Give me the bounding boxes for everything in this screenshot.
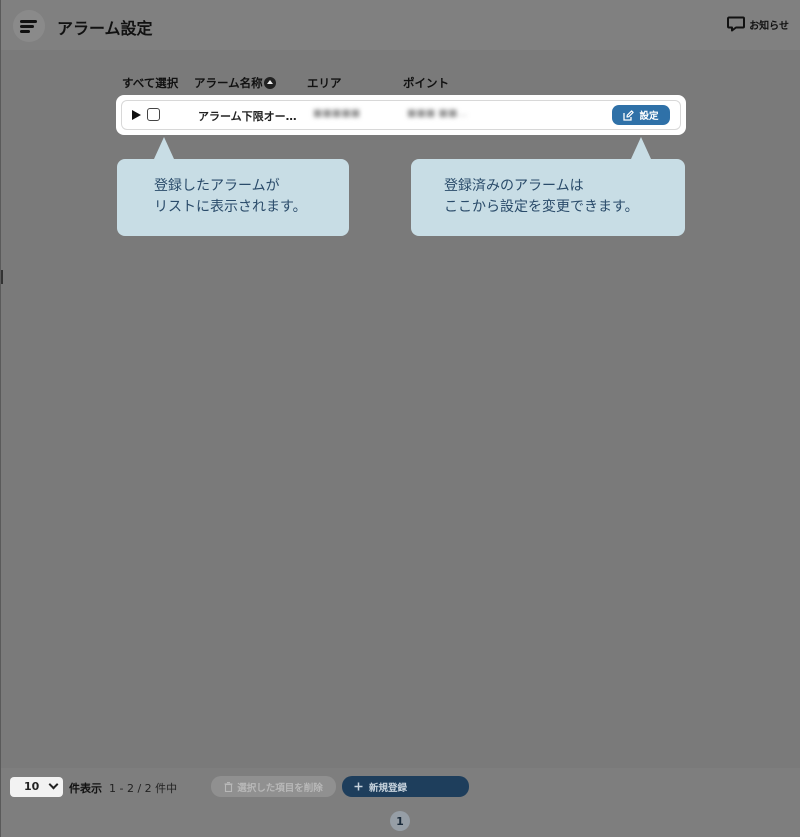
- notice-label: お知らせ: [749, 20, 789, 32]
- per-page-value: 10: [24, 780, 40, 793]
- sort-ascending-icon[interactable]: [263, 77, 276, 89]
- expand-triangle-icon[interactable]: [132, 110, 141, 120]
- edit-settings-label: 設定: [639, 111, 659, 122]
- callout-edit-explanation: 登録済みのアラームは ここから設定を変更できます。: [411, 137, 685, 236]
- callout-left-line-1: 登録したアラームが: [154, 178, 280, 194]
- chevron-down-icon: [48, 779, 59, 790]
- alarm-name-header[interactable]: アラーム名称: [194, 75, 276, 91]
- row-area-blurred: ■■■■■: [313, 108, 361, 119]
- edge-marker: [1, 270, 3, 284]
- alarm-name-header-label: アラーム名称: [194, 76, 263, 90]
- callout-right-line-1: 登録済みのアラームは: [444, 178, 584, 194]
- callout-right-line-2: ここから設定を変更できます。: [444, 199, 639, 215]
- result-range: 1 - 2 / 2 件中: [109, 782, 178, 795]
- plus-icon: [354, 782, 363, 791]
- chat-bubble-icon: [727, 16, 746, 32]
- app-header: アラーム設定 お知らせ: [1, 0, 800, 50]
- menu-icon-bar: [20, 20, 37, 23]
- select-all-header[interactable]: すべて選択: [122, 75, 178, 91]
- delete-selected-button[interactable]: 選択した項目を削除: [211, 776, 336, 797]
- pagination-page-1[interactable]: 1: [390, 811, 410, 831]
- highlighted-row-frame: アラーム下限オー… ■■■■■ ■■■ ■■… 設定: [116, 95, 686, 135]
- callout-tail: [154, 137, 174, 159]
- menu-icon-bar: [20, 30, 30, 33]
- page-title: アラーム設定: [57, 19, 153, 38]
- row-point-blurred: ■■■ ■■…: [407, 108, 468, 119]
- trash-icon: [224, 781, 233, 792]
- app-frame: アラーム設定 お知らせ すべて選択 アラーム名称 エリア ポイント アラーム下限…: [0, 0, 800, 837]
- callout-left-line-2: リストに表示されます。: [154, 199, 307, 215]
- delete-selected-label: 選択した項目を削除: [237, 782, 323, 794]
- edit-icon: [623, 109, 635, 121]
- area-header: エリア: [307, 76, 342, 90]
- row-checkbox[interactable]: [147, 108, 160, 121]
- callout-tail: [631, 137, 651, 159]
- row-alarm-name: アラーム下限オー…: [198, 110, 297, 123]
- menu-icon-bar: [20, 25, 34, 28]
- menu-button[interactable]: [13, 10, 45, 42]
- footer-bar: 10 件表示 1 - 2 / 2 件中 選択した項目を削除 新規登録 1: [1, 768, 800, 837]
- callout-list-explanation: 登録したアラームが リストに表示されます。: [117, 137, 349, 236]
- notice-button[interactable]: お知らせ: [727, 16, 789, 32]
- edit-settings-button[interactable]: 設定: [612, 105, 670, 125]
- new-registration-button[interactable]: 新規登録: [342, 776, 469, 797]
- new-registration-label: 新規登録: [369, 782, 408, 794]
- table-row[interactable]: アラーム下限オー… ■■■■■ ■■■ ■■… 設定: [121, 100, 681, 130]
- per-page-label: 件表示: [69, 782, 102, 795]
- point-header: ポイント: [403, 76, 449, 90]
- per-page-select[interactable]: 10: [10, 777, 63, 797]
